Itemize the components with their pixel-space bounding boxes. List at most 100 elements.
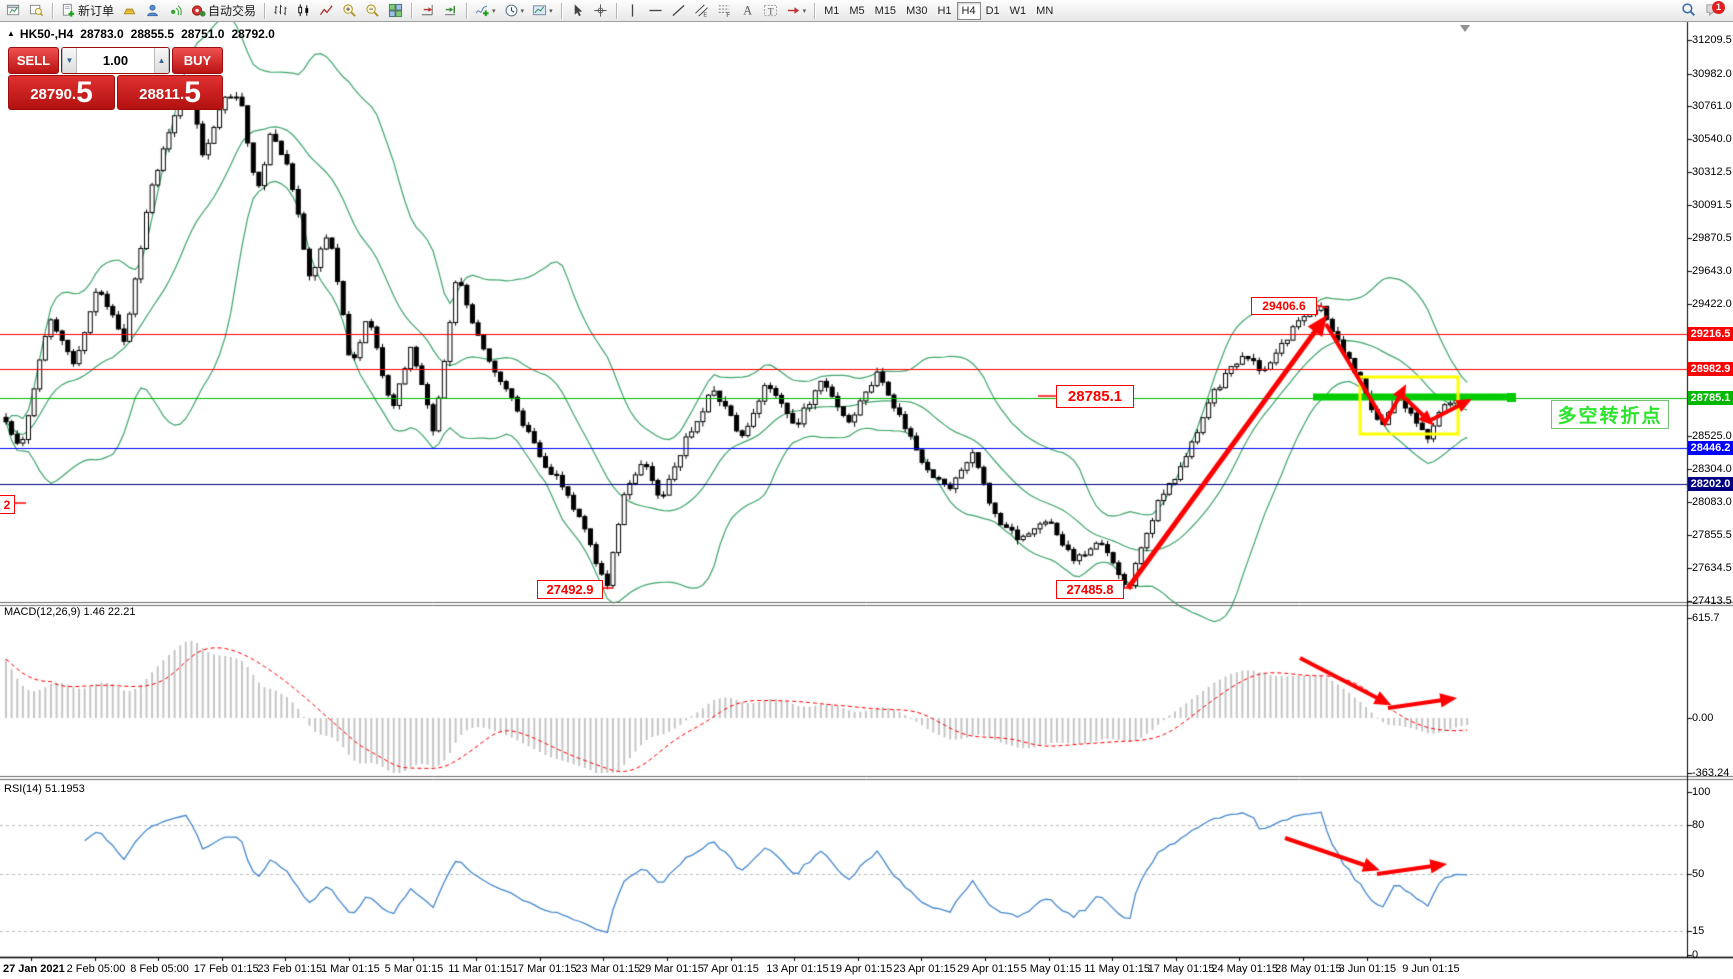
- vertical-line-tool-button[interactable]: [621, 0, 644, 22]
- timeframe-w1[interactable]: W1: [1005, 2, 1032, 20]
- new-order-button[interactable]: 新订单: [57, 0, 118, 22]
- timeframe-m1[interactable]: M1: [819, 2, 844, 20]
- chart-shift-marker[interactable]: [1460, 25, 1470, 32]
- sell-button[interactable]: SELL: [8, 47, 59, 74]
- line-chart-mode-icon: [319, 3, 334, 18]
- zoom-in-icon: [342, 3, 357, 18]
- time-axis-label: 9 Jun 01:15: [1402, 963, 1460, 975]
- alerts-button[interactable]: [164, 0, 187, 22]
- trendline-tool-button[interactable]: [667, 0, 690, 22]
- toolbar: 新订单 自动交易 ▾ ▾ ▾ E FAT ▾ M1M5M15M30H1H4D1W1MN 1: [0, 0, 1733, 22]
- tile-windows-button[interactable]: [384, 0, 407, 22]
- volume-up-button[interactable]: ▲: [154, 48, 169, 73]
- timeframe-m5[interactable]: M5: [844, 2, 869, 20]
- sell-price-block[interactable]: 28790.5: [8, 75, 115, 110]
- rsi-axis-tick: 100: [1692, 786, 1710, 798]
- search-button[interactable]: [1681, 2, 1699, 20]
- fibonacci-tool-button[interactable]: F: [713, 0, 736, 22]
- text-tool-button[interactable]: A: [736, 0, 759, 22]
- price-level-badge[interactable]: 28785.1: [1688, 391, 1733, 405]
- horizontal-line-tool-icon: [648, 3, 663, 18]
- price-level-badge[interactable]: 28202.0: [1688, 477, 1733, 491]
- volume-down-button[interactable]: ▼: [62, 48, 77, 73]
- zoom-out-button[interactable]: [361, 0, 384, 22]
- history-center-icon: [122, 3, 137, 18]
- timeframe-m15[interactable]: M15: [870, 2, 901, 20]
- timeframe-m30[interactable]: M30: [901, 2, 932, 20]
- volume-input[interactable]: [77, 48, 154, 73]
- timeframe-h1[interactable]: H1: [932, 2, 956, 20]
- turning-point-annotation[interactable]: 多空转折点: [1551, 400, 1669, 429]
- horizontal-line-tool-button[interactable]: [644, 0, 667, 22]
- notifications-button[interactable]: 1: [1705, 2, 1723, 20]
- price-level-badge[interactable]: 29216.5: [1688, 327, 1733, 341]
- indicators-list-dropdown-icon[interactable]: ▾: [492, 7, 496, 15]
- indicators-list-button[interactable]: ▾: [471, 0, 500, 22]
- price-annotation-label[interactable]: 2: [0, 495, 15, 514]
- fibonacci-tool-icon: F: [717, 3, 732, 18]
- price-annotation-label[interactable]: 27485.8: [1056, 580, 1124, 599]
- time-axis-label: 3 Jun 01:15: [1339, 963, 1397, 975]
- profiles-button[interactable]: [25, 0, 48, 22]
- cursor-tool-button[interactable]: [566, 0, 589, 22]
- bar-chart-mode-icon: [273, 3, 288, 18]
- time-axis-label: 1 Mar 01:15: [321, 963, 380, 975]
- svg-text:E: E: [703, 13, 707, 18]
- line-chart-mode-button[interactable]: [315, 0, 338, 22]
- toolbar-separator: [264, 3, 265, 19]
- periods-button[interactable]: ▾: [500, 0, 529, 22]
- templates-button[interactable]: ▾: [528, 0, 557, 22]
- templates-dropdown-icon[interactable]: ▾: [549, 7, 553, 15]
- mt4-window: 新订单 自动交易 ▾ ▾ ▾ E FAT ▾ M1M5M15M30H1H4D1W1MN 1 ▲HK…: [0, 0, 1733, 979]
- equidistant-channel-tool-icon: E: [694, 3, 709, 18]
- macd-axis-tick: -363.24: [1692, 767, 1729, 779]
- arrow-objects-button[interactable]: ▾: [782, 0, 811, 22]
- time-axis-label: 2 Feb 05:00: [67, 963, 126, 975]
- text-label-tool-button[interactable]: T: [759, 0, 782, 22]
- price-level-badge[interactable]: 28982.9: [1688, 362, 1733, 376]
- history-center-button[interactable]: [118, 0, 141, 22]
- timeframe-d1[interactable]: D1: [981, 2, 1005, 20]
- timeframe-h4[interactable]: H4: [957, 2, 981, 20]
- time-axis-label: 27 Jan 2021: [3, 963, 65, 975]
- auto-scroll-button[interactable]: [416, 0, 439, 22]
- buy-price-block[interactable]: 28811.5: [117, 75, 223, 110]
- crosshair-tool-button[interactable]: [589, 0, 612, 22]
- search-icon: [1681, 2, 1696, 17]
- new-chart-button[interactable]: [2, 0, 25, 22]
- price-axis-tick: 30982.0: [1692, 68, 1732, 80]
- bar-chart-mode-button[interactable]: [269, 0, 292, 22]
- time-axis-label: 23 Feb 01:15: [257, 963, 322, 975]
- buy-button[interactable]: BUY: [172, 47, 223, 74]
- time-axis-label: 23 Mar 01:15: [575, 963, 640, 975]
- auto-trading-button[interactable]: 自动交易: [187, 0, 260, 22]
- price-annotation-label[interactable]: 29406.6: [1251, 297, 1317, 315]
- collapse-panel-icon[interactable]: ▲: [7, 29, 15, 38]
- candlestick-mode-button[interactable]: [292, 0, 315, 22]
- toolbar-separator: [466, 3, 467, 19]
- new-chart-icon: [6, 3, 21, 18]
- price-annotation-label[interactable]: 27492.9: [537, 580, 603, 599]
- price-annotation-label[interactable]: 28785.1: [1056, 385, 1134, 408]
- price-axis-tick: 28083.0: [1692, 496, 1732, 508]
- time-axis-label: 17 Mar 01:15: [512, 963, 577, 975]
- price-level-badge[interactable]: 28446.2: [1688, 441, 1733, 455]
- macd-indicator-label: MACD(12,26,9) 1.46 22.21: [4, 606, 135, 618]
- rsi-indicator-label: RSI(14) 51.1953: [4, 783, 85, 795]
- zoom-in-button[interactable]: [338, 0, 361, 22]
- chart-overlays: ▲HK50-,H428783.028855.528751.028792.0 SE…: [0, 0, 1733, 979]
- rsi-axis-tick: 15: [1692, 925, 1704, 937]
- new-order-icon: [61, 3, 76, 18]
- mql5-community-button[interactable]: [141, 0, 164, 22]
- time-axis-label: 5 Mar 01:15: [385, 963, 444, 975]
- chart-shift-button[interactable]: [439, 0, 462, 22]
- time-axis-label: 19 Apr 01:15: [830, 963, 892, 975]
- equidistant-channel-tool-button[interactable]: E: [690, 0, 713, 22]
- price-axis-tick: 30091.5: [1692, 199, 1732, 211]
- periods-dropdown-icon[interactable]: ▾: [521, 7, 525, 15]
- timeframe-mn[interactable]: MN: [1031, 2, 1058, 20]
- time-axis-label: 28 May 01:15: [1275, 963, 1342, 975]
- rsi-axis-tick: 0: [1692, 949, 1698, 961]
- toolbar-separator: [411, 3, 412, 19]
- arrow-objects-dropdown-icon[interactable]: ▾: [803, 7, 807, 15]
